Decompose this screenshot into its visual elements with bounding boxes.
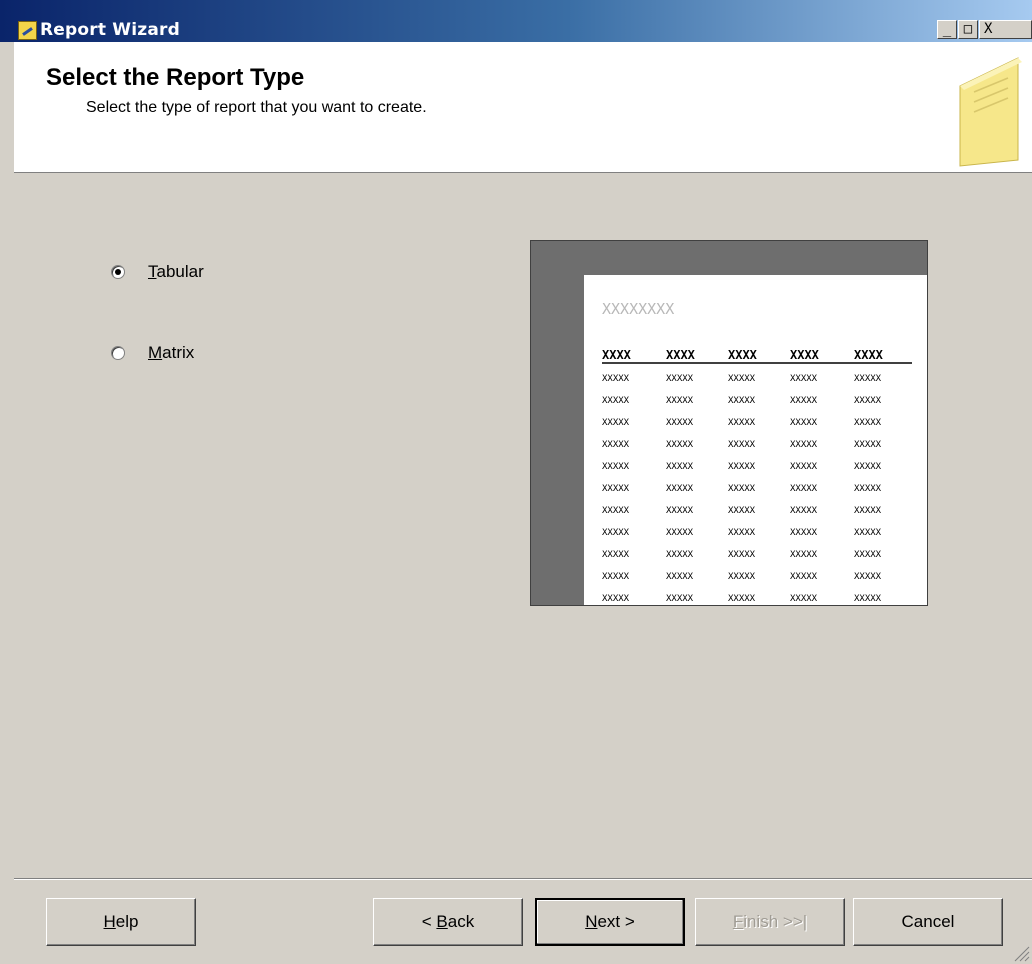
- preview-table: XXXXXXXXXXXX XXXX XXXX XXXX XXXXXXXXX XXXXX XX…: [602, 300, 912, 604]
- preview-body-cell: XXXXX: [728, 594, 756, 604]
- close-button[interactable]: X: [979, 20, 1032, 39]
- report-wizard-window: Report Wizard _ □ X Select the Report Ty…: [0, 0, 1032, 964]
- footer-separator: [14, 878, 1032, 880]
- preview-body-cell: XXXXX: [728, 572, 756, 582]
- preview-body-cell: XXXXX: [854, 418, 882, 428]
- preview-body-cell: XXXXX: [790, 484, 818, 494]
- preview-body-cell: XXXXX: [728, 506, 756, 516]
- preview-body-cell: XXXXX: [602, 440, 630, 450]
- preview-body-cell: XXXXX: [666, 418, 694, 428]
- preview-body-cell: XXXXX: [854, 374, 882, 384]
- radio-matrix-circle[interactable]: [111, 346, 125, 360]
- preview-header-cell: XXXX: [790, 348, 820, 362]
- preview-header-cell: XXXX: [854, 348, 884, 362]
- preview-body-cell: XXXXX: [790, 594, 818, 604]
- preview-title-placeholder: XXXXXXXX: [602, 300, 674, 318]
- preview-body-cell: XXXXX: [728, 418, 756, 428]
- preview-body-cell: XXXXX: [854, 594, 882, 604]
- preview-body-cell: XXXXX: [790, 506, 818, 516]
- preview-body-cell: XXXXX: [790, 396, 818, 406]
- back-button[interactable]: < Back: [373, 898, 523, 946]
- radio-tabular-circle[interactable]: [111, 265, 125, 279]
- preview-body-cell: XXXXX: [666, 528, 694, 538]
- next-button[interactable]: Next >: [535, 898, 685, 946]
- preview-body-cell: XXXXX: [790, 572, 818, 582]
- preview-body-cell: XXXXX: [854, 528, 882, 538]
- preview-body-cell: XXXXX: [602, 550, 630, 560]
- preview-body-cell: XXXXX: [790, 462, 818, 472]
- finish-button: Finish >>|: [695, 898, 845, 946]
- radio-matrix[interactable]: Matrix: [111, 343, 194, 363]
- preview-body-cell: XXXXX: [854, 506, 882, 516]
- preview-body-cell: XXXXX: [666, 440, 694, 450]
- preview-body-cell: XXXXX: [854, 550, 882, 560]
- preview-header-cell: XXXX: [602, 348, 632, 362]
- preview-body-cell: XXXXX: [728, 550, 756, 560]
- preview-body-cell: XXXXX: [602, 418, 630, 428]
- radio-matrix-label[interactable]: Matrix: [148, 343, 194, 363]
- minimize-button[interactable]: _: [937, 20, 957, 39]
- preview-body-cell: XXXXX: [666, 594, 694, 604]
- preview-body-cell: XXXXX: [790, 440, 818, 450]
- preview-body-cell: XXXXX: [666, 572, 694, 582]
- radio-tabular-label[interactable]: Tabular: [148, 262, 204, 282]
- preview-body-cell: XXXXX: [854, 396, 882, 406]
- report-wizard-icon: [18, 21, 37, 40]
- preview-page: XXXXXXXX XXXX XXXX XXXX XXXX XXXX XXXXX XXXXX XX…: [584, 275, 927, 605]
- maximize-button[interactable]: □: [958, 20, 978, 39]
- help-button[interactable]: Help: [46, 898, 196, 946]
- preview-body-cell: XXXXX: [790, 418, 818, 428]
- page-title: Select the Report Type: [46, 64, 305, 91]
- preview-body-cell: XXXXX: [602, 528, 630, 538]
- preview-body-cell: XXXXX: [790, 550, 818, 560]
- size-grip-icon[interactable]: [1012, 944, 1030, 962]
- preview-body-cell: XXXXX: [790, 528, 818, 538]
- report-preview: XXXXXXXX XXXX XXXX XXXX XXXX XXXX XXXXX XXXXX XX…: [530, 240, 928, 606]
- notepad-icon: [959, 57, 1022, 167]
- title-bar[interactable]: Report Wizard _ □ X: [0, 0, 1032, 42]
- preview-body-cell: XXXXX: [854, 572, 882, 582]
- preview-body-cell: XXXXX: [666, 462, 694, 472]
- preview-body-cell: XXXXX: [602, 484, 630, 494]
- preview-body-cell: XXXXX: [602, 374, 630, 384]
- preview-body-cell: XXXXX: [666, 506, 694, 516]
- preview-body-cell: XXXXX: [854, 462, 882, 472]
- preview-body-cell: XXXXX: [728, 374, 756, 384]
- preview-header-cell: XXXX: [666, 348, 696, 362]
- preview-body-cell: XXXXX: [602, 396, 630, 406]
- preview-body-cell: XXXXX: [854, 440, 882, 450]
- wizard-header: Select the Report Type Select the type o…: [14, 42, 1032, 173]
- window-title: Report Wizard: [40, 20, 180, 40]
- preview-body-cell: XXXXX: [728, 528, 756, 538]
- preview-body-cell: XXXXX: [666, 374, 694, 384]
- preview-body-cell: XXXXX: [728, 462, 756, 472]
- preview-body-cell: XXXXX: [666, 550, 694, 560]
- preview-body-cell: XXXXX: [666, 396, 694, 406]
- preview-body-cell: XXXXX: [728, 484, 756, 494]
- preview-body-cell: XXXXX: [602, 572, 630, 582]
- page-subtitle: Select the type of report that you want …: [86, 99, 427, 116]
- preview-body-cell: XXXXX: [728, 396, 756, 406]
- preview-body-cell: XXXXX: [602, 506, 630, 516]
- preview-body-cell: XXXXX: [790, 374, 818, 384]
- preview-body-cell: XXXXX: [666, 484, 694, 494]
- radio-tabular[interactable]: Tabular: [111, 262, 204, 282]
- preview-body-cell: XXXXX: [602, 462, 630, 472]
- window-border: [0, 42, 14, 964]
- preview-header-cell: XXXX: [728, 348, 758, 362]
- cancel-button[interactable]: Cancel: [853, 898, 1003, 946]
- preview-body-cell: XXXXX: [728, 440, 756, 450]
- preview-body-cell: XXXXX: [854, 484, 882, 494]
- preview-body-cell: XXXXX: [602, 594, 630, 604]
